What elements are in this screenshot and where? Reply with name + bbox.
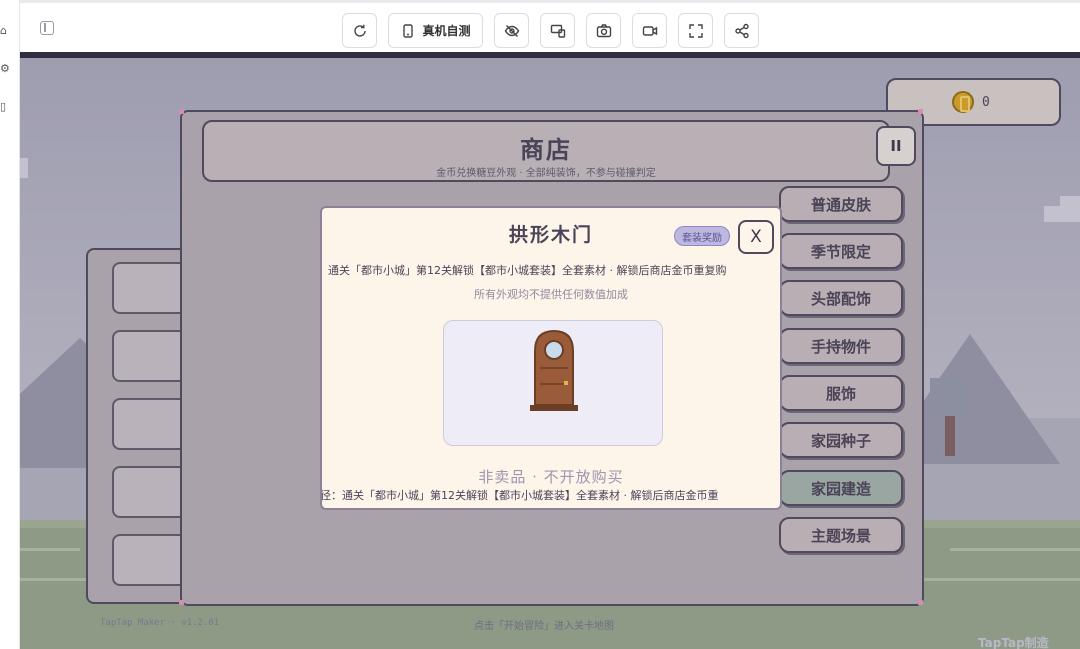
- share-icon: [734, 23, 749, 38]
- close-icon: X: [750, 227, 762, 247]
- category-tab-active[interactable]: 家园建造: [779, 470, 903, 506]
- category-label: 服饰: [825, 384, 856, 403]
- item-detail-modal: 拱形木门 套装奖励 X 通关「都市小城」第12关解锁【都市小城套装】全套素材 ·…: [320, 206, 782, 510]
- cloud-decoration: [20, 158, 28, 178]
- road-marking: [20, 548, 80, 551]
- category-tab[interactable]: 季节限定: [779, 233, 903, 269]
- category-tab[interactable]: 服饰: [779, 375, 903, 411]
- category-label: 手持物件: [810, 337, 871, 356]
- corner-marker: [918, 600, 923, 605]
- hide-button[interactable]: [494, 13, 529, 48]
- tree-trunk-decoration: [945, 416, 955, 456]
- switch-device-button[interactable]: [540, 13, 575, 48]
- shop-close-icon: ⅠⅠ: [890, 137, 902, 155]
- category-tab[interactable]: 头部配饰: [779, 280, 903, 316]
- video-icon: [642, 25, 657, 36]
- category-label: 家园种子: [810, 431, 871, 450]
- set-reward-badge: 套装奖励: [674, 226, 730, 246]
- camera-icon: [596, 23, 611, 37]
- coin-count: 0: [982, 94, 990, 110]
- cloud-decoration: [1060, 196, 1080, 206]
- corner-marker: [179, 109, 184, 114]
- fullscreen-button[interactable]: [678, 13, 713, 48]
- phone-icon: [403, 23, 414, 38]
- home-icon[interactable]: ⌂: [0, 24, 12, 38]
- corner-marker: [918, 109, 923, 114]
- screenshot-button[interactable]: [586, 13, 621, 48]
- device-test-button[interactable]: 真机自测: [388, 13, 483, 48]
- share-button[interactable]: [724, 13, 759, 48]
- modal-close-button[interactable]: X: [738, 220, 774, 254]
- stats-note: 所有外观均不提供任何数值加成: [474, 288, 628, 301]
- collapse-panel-icon[interactable]: [40, 21, 54, 35]
- corner-marker: [179, 600, 184, 605]
- devices-icon: [550, 24, 565, 38]
- shop-subtitle: 金币兑换糖豆外观 · 全部纯装饰，不参与碰撞判定: [436, 168, 656, 179]
- category-label: 家园建造: [810, 479, 871, 498]
- device-test-label: 真机自测: [422, 24, 471, 38]
- cloud-decoration: [1044, 206, 1080, 222]
- page-icon[interactable]: ▯: [0, 100, 12, 114]
- road-marking: [920, 578, 1080, 581]
- fullscreen-icon: [688, 23, 703, 38]
- shop-title: 商店: [520, 136, 572, 164]
- shop-header: 商店 金币兑换糖豆外观 · 全部纯装饰，不参与碰撞判定: [202, 120, 890, 182]
- eye-off-icon: [504, 24, 519, 37]
- refresh-icon: [353, 24, 366, 37]
- not-for-sale-status: 非卖品 · 不开放购买: [478, 468, 624, 486]
- category-label: 普通皮肤: [810, 195, 871, 214]
- game-viewport: TapTap Maker · v1.2.01 点击「开始冒险」进入关卡地图 Ta…: [20, 58, 1080, 649]
- category-tab[interactable]: 主题场景: [779, 517, 903, 553]
- preview-toolbar: 真机自测: [20, 0, 1080, 52]
- category-tab[interactable]: 手持物件: [779, 328, 903, 364]
- item-preview: [443, 320, 663, 446]
- start-hint: 点击「开始冒险」进入关卡地图: [474, 621, 614, 632]
- arched-door-icon: [530, 329, 578, 411]
- brand-watermark: TapTap制造: [978, 636, 1049, 649]
- tree-decoration: [930, 378, 970, 418]
- acquire-path: 径：通关「都市小城」第12关解锁【都市小城套装】全套素材 · 解锁后商店金币重: [320, 489, 719, 502]
- left-sidebar-strip: ⌂ ⚙ ▯: [0, 0, 20, 649]
- record-button[interactable]: [632, 13, 667, 48]
- category-label: 季节限定: [810, 242, 871, 261]
- category-label: 主题场景: [810, 526, 871, 545]
- coin-icon: [952, 91, 974, 113]
- category-tab[interactable]: 家园种子: [779, 422, 903, 458]
- road-marking: [950, 548, 1080, 551]
- unlock-description: 通关「都市小城」第12关解锁【都市小城套装】全套素材 · 解锁后商店金币重复购: [328, 264, 727, 277]
- category-label: 头部配饰: [810, 289, 871, 308]
- shop-close-button[interactable]: ⅠⅠ: [876, 126, 916, 166]
- settings-icon[interactable]: ⚙: [0, 62, 12, 76]
- version-label: TapTap Maker · v1.2.01: [100, 618, 220, 628]
- category-tab[interactable]: 普通皮肤: [779, 186, 903, 222]
- refresh-button[interactable]: [342, 13, 377, 48]
